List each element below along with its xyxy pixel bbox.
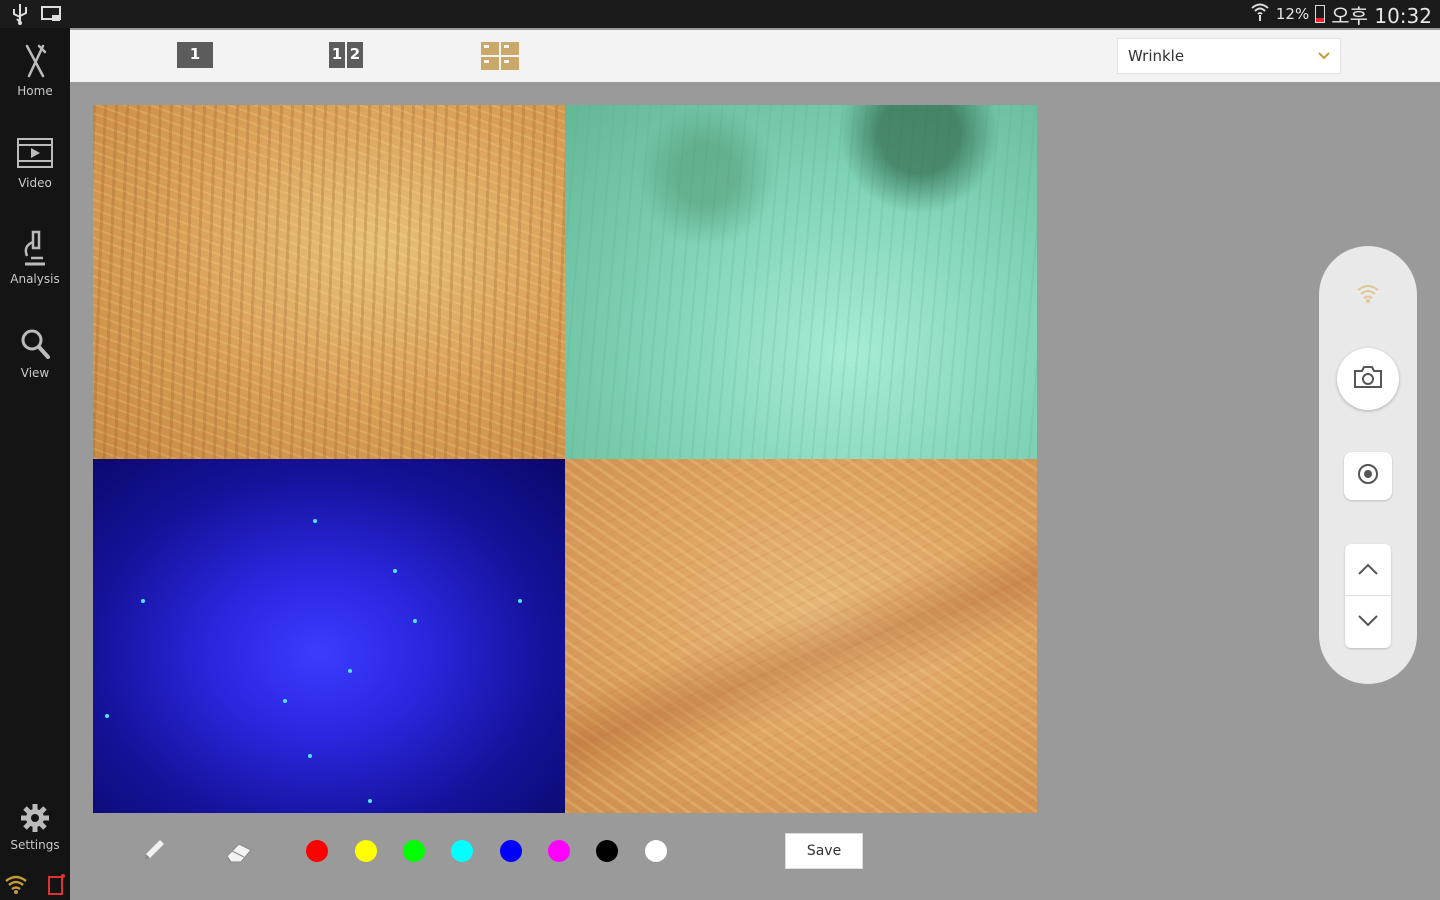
sidebar-item-label: Settings bbox=[10, 838, 60, 852]
wifi-icon bbox=[4, 873, 28, 899]
quad-view-button[interactable] bbox=[481, 42, 519, 74]
magnifier-icon bbox=[0, 326, 70, 362]
battery-icon bbox=[1315, 5, 1326, 23]
camera-icon bbox=[1352, 364, 1384, 394]
sidebar-item-analysis[interactable]: Analysis bbox=[0, 228, 70, 286]
sidebar-item-label: Analysis bbox=[10, 272, 60, 286]
zoom-up-button[interactable] bbox=[1345, 544, 1391, 596]
pen-icon bbox=[140, 840, 168, 868]
usb-icon bbox=[10, 3, 30, 29]
skin-image-polarized-light[interactable] bbox=[565, 105, 1037, 459]
sidebar-item-label: Home bbox=[17, 84, 53, 98]
uv-spot bbox=[368, 799, 372, 803]
color-swatch-white[interactable] bbox=[645, 840, 667, 862]
eraser-icon bbox=[224, 843, 256, 868]
gear-icon bbox=[0, 802, 70, 834]
eraser-tool-button[interactable] bbox=[224, 836, 256, 868]
quad-grid-icon bbox=[481, 42, 519, 74]
screen-cast-icon bbox=[40, 3, 62, 29]
layout-label: 1 bbox=[329, 42, 345, 68]
uv-spot bbox=[393, 569, 397, 573]
uv-spot bbox=[413, 619, 417, 623]
uv-spot bbox=[313, 519, 317, 523]
wifi-icon bbox=[1250, 2, 1270, 27]
uv-spot bbox=[518, 599, 522, 603]
analysis-mode-select[interactable]: Wrinkle bbox=[1117, 38, 1341, 74]
color-swatch-red[interactable] bbox=[306, 840, 328, 862]
chevron-up-icon bbox=[1357, 561, 1379, 580]
uv-spot bbox=[308, 754, 312, 758]
battery-percent: 12% bbox=[1275, 5, 1310, 23]
analysis-mode-value: Wrinkle bbox=[1128, 47, 1185, 65]
color-swatch-black[interactable] bbox=[596, 840, 618, 862]
skin-image-normal-light[interactable] bbox=[93, 105, 565, 459]
layout-toolbar: 1 1 2 Wrinkle bbox=[70, 30, 1440, 82]
zoom-down-button[interactable] bbox=[1345, 596, 1391, 648]
skin-image-wrinkle[interactable] bbox=[565, 459, 1037, 813]
capture-panel bbox=[1319, 246, 1417, 684]
uv-spot bbox=[348, 669, 352, 673]
color-swatch-blue[interactable] bbox=[500, 840, 522, 862]
record-button[interactable] bbox=[1344, 452, 1392, 500]
home-icon bbox=[0, 42, 70, 80]
wifi-icon bbox=[1356, 282, 1380, 308]
chevron-down-icon bbox=[1318, 39, 1330, 86]
record-icon bbox=[1356, 462, 1380, 490]
sidebar-item-label: View bbox=[20, 366, 50, 380]
dual-view-button[interactable]: 1 2 bbox=[329, 42, 363, 68]
device-icon bbox=[46, 872, 66, 900]
skin-image-uv-light[interactable] bbox=[93, 459, 565, 813]
capture-button[interactable] bbox=[1337, 348, 1399, 410]
layout-label: 2 bbox=[347, 42, 363, 68]
save-button[interactable]: Save bbox=[785, 833, 863, 869]
zoom-control bbox=[1345, 544, 1391, 648]
video-icon bbox=[0, 136, 70, 172]
sidebar: Home Video Analysis View Settings bbox=[0, 28, 70, 900]
sidebar-item-video[interactable]: Video bbox=[0, 136, 70, 190]
sidebar-item-label: Video bbox=[18, 176, 52, 190]
layout-label: 1 bbox=[177, 42, 213, 68]
uv-spot bbox=[141, 599, 145, 603]
uv-spot bbox=[105, 714, 109, 718]
sidebar-item-view[interactable]: View bbox=[0, 326, 70, 380]
clock: 오후 10:32 bbox=[1331, 3, 1432, 28]
chevron-down-icon bbox=[1357, 613, 1379, 632]
color-swatch-magenta[interactable] bbox=[548, 840, 570, 862]
color-swatch-cyan[interactable] bbox=[451, 840, 473, 862]
status-bar: 12% 오후 10:32 bbox=[0, 0, 1440, 28]
pen-tool-button[interactable] bbox=[140, 836, 168, 868]
single-view-button[interactable]: 1 bbox=[177, 42, 213, 68]
microscope-icon bbox=[0, 228, 70, 268]
color-swatch-yellow[interactable] bbox=[355, 840, 377, 862]
image-grid bbox=[93, 105, 1037, 813]
sidebar-item-home[interactable]: Home bbox=[0, 42, 70, 98]
uv-spot bbox=[283, 699, 287, 703]
color-swatch-green[interactable] bbox=[403, 840, 425, 862]
sidebar-item-settings[interactable]: Settings bbox=[0, 802, 70, 852]
